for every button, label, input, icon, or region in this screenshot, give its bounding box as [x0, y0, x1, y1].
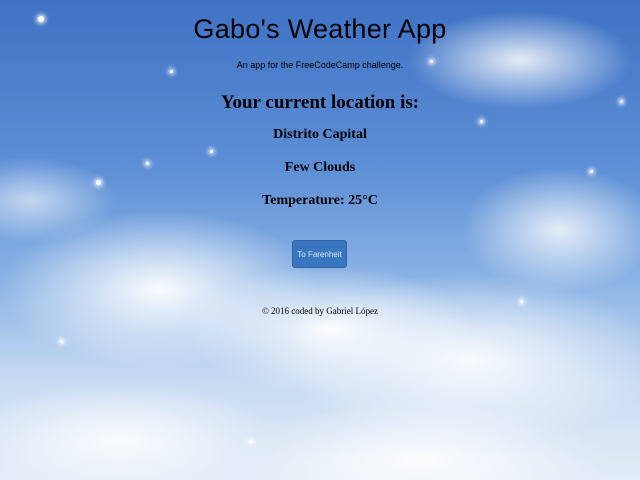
sparkle-icon [210, 150, 213, 153]
sparkle-icon [96, 180, 101, 185]
temperature-readout: Temperature: 25°C [262, 193, 378, 208]
location-name: Distrito Capital [273, 127, 367, 142]
location-heading: Your current location is: [220, 92, 420, 113]
sparkle-icon [250, 440, 253, 443]
sparkle-icon [480, 120, 483, 123]
sparkle-icon [520, 300, 523, 303]
footer-credit: © 2016 coded by Gabriel López [261, 306, 379, 316]
sparkle-icon [170, 70, 173, 73]
sparkle-icon [60, 340, 63, 343]
app-subtitle: An app for the FreeCodeCamp challenge. [236, 60, 404, 70]
weather-conditions: Few Clouds [284, 160, 356, 175]
unit-toggle-button[interactable]: To Farenheit [292, 240, 347, 268]
app-title: Gabo's Weather App [193, 14, 447, 44]
